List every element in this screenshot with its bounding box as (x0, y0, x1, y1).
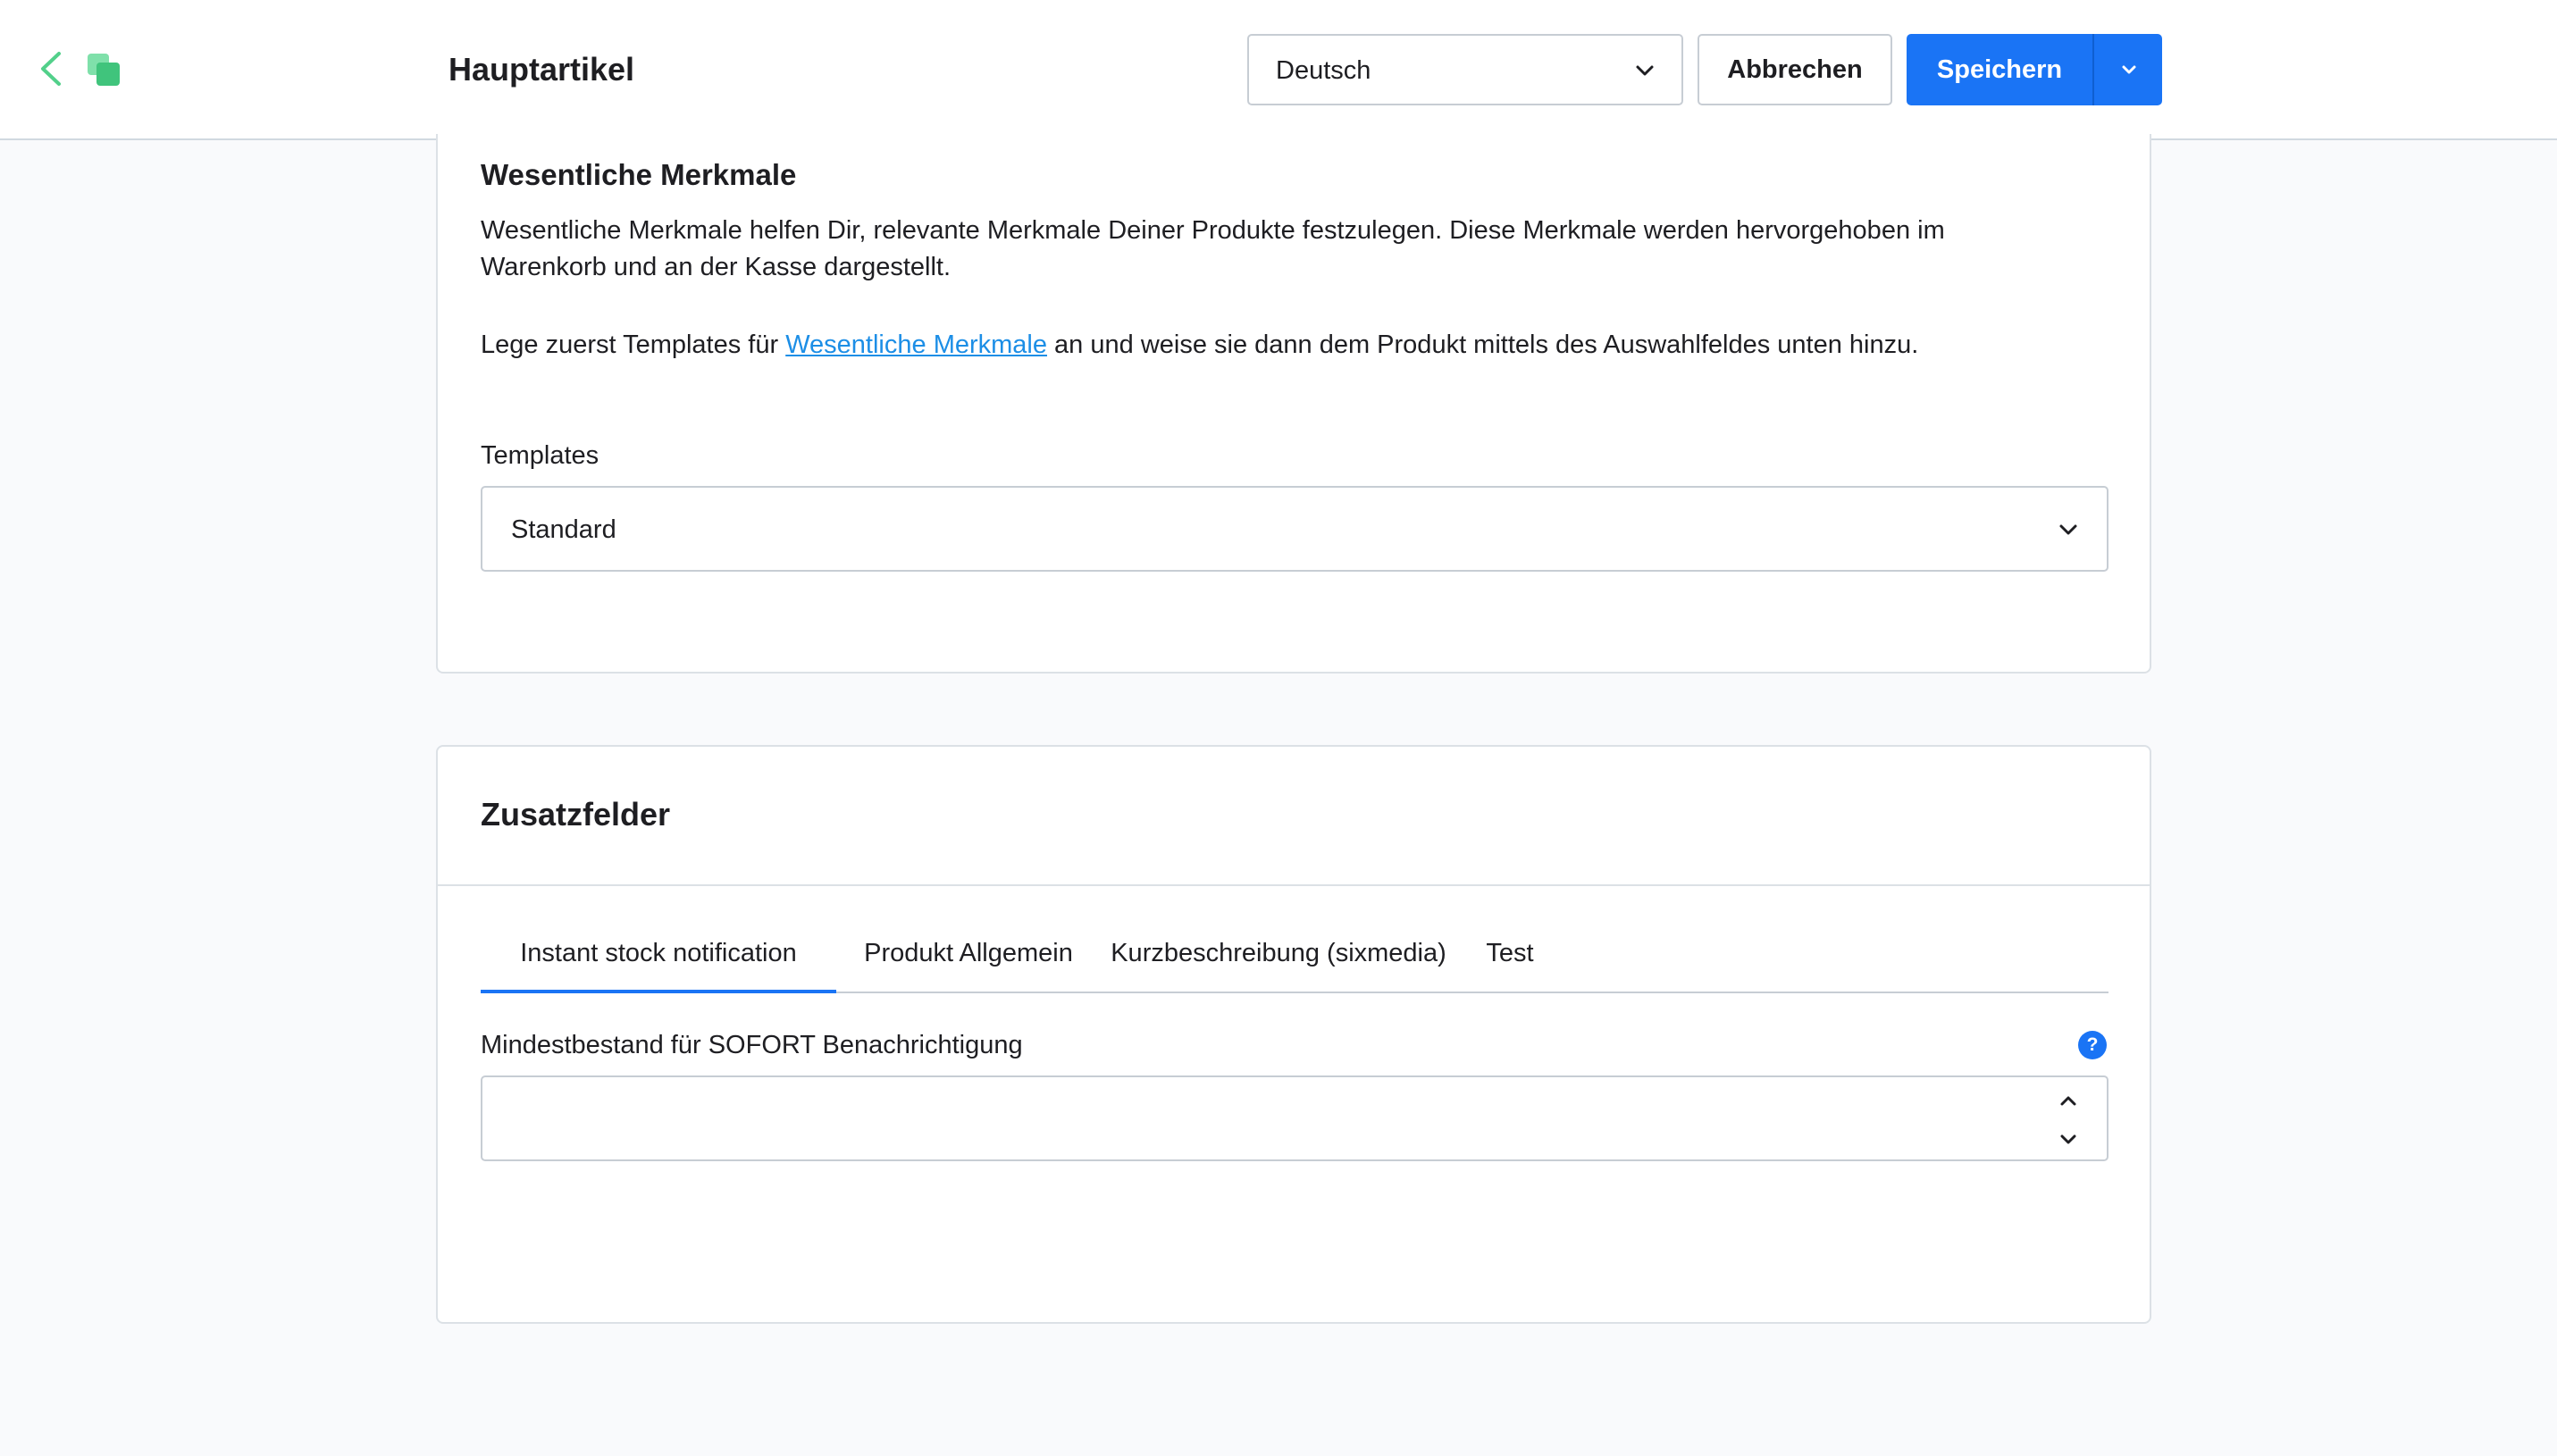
custom-fields-tabs: Instant stock notification Produkt Allge… (481, 931, 2108, 993)
chevron-down-icon (2122, 65, 2136, 74)
section-title: Zusatzfelder (481, 796, 671, 833)
section-title: Wesentliche Merkmale (481, 158, 797, 191)
tab-kurzbeschreibung[interactable]: Kurzbeschreibung (sixmedia) (1101, 931, 1456, 992)
templates-label: Templates (481, 441, 599, 470)
templates-select-value: Standard (511, 515, 616, 544)
chevron-down-icon (2059, 524, 2077, 535)
divider (438, 884, 2150, 886)
chevron-up-icon[interactable] (2057, 1090, 2080, 1113)
help-icon[interactable]: ? (2078, 1031, 2107, 1059)
tab-produkt-allgemein[interactable]: Produkt Allgemein (856, 931, 1081, 992)
language-select-value: Deutsch (1276, 56, 1371, 85)
copy-icon (88, 54, 120, 86)
page-title: Hauptartikel (449, 51, 635, 88)
tab-test[interactable]: Test (1474, 931, 1546, 992)
section-hint: Lege zuerst Templates für Wesentliche Me… (481, 327, 2089, 364)
minimum-stock-input[interactable] (507, 1100, 2012, 1138)
save-options-button[interactable] (2092, 34, 2162, 105)
section-description: Wesentliche Merkmale helfen Dir, relevan… (481, 216, 1945, 281)
save-button[interactable]: Speichern (1907, 34, 2092, 105)
chevron-down-icon[interactable] (2057, 1127, 2080, 1151)
chevron-left-icon[interactable] (36, 50, 66, 88)
top-bar: Hauptartikel Deutsch Abbrechen Speichern (0, 0, 2557, 140)
tab-instant-stock-notification[interactable]: Instant stock notification (481, 931, 836, 993)
custom-fields-card: Zusatzfelder Instant stock notification … (436, 745, 2151, 1324)
language-select[interactable]: Deutsch (1247, 34, 1683, 105)
minimum-stock-label: Mindestbestand für SOFORT Benachrichtigu… (481, 1031, 1023, 1059)
essential-characteristics-link[interactable]: Wesentliche Merkmale (785, 331, 1047, 359)
hint-text-after: an und weise sie dann dem Produkt mittel… (1047, 331, 1919, 359)
chevron-down-icon (1636, 65, 1654, 76)
templates-select[interactable]: Standard (481, 486, 2108, 572)
cancel-button[interactable]: Abbrechen (1698, 34, 1892, 105)
minimum-stock-input-wrapper[interactable] (481, 1075, 2108, 1161)
hint-text-before: Lege zuerst Templates für (481, 331, 786, 359)
essential-characteristics-card: Wesentliche Merkmale Wesentliche Merkmal… (436, 134, 2151, 674)
